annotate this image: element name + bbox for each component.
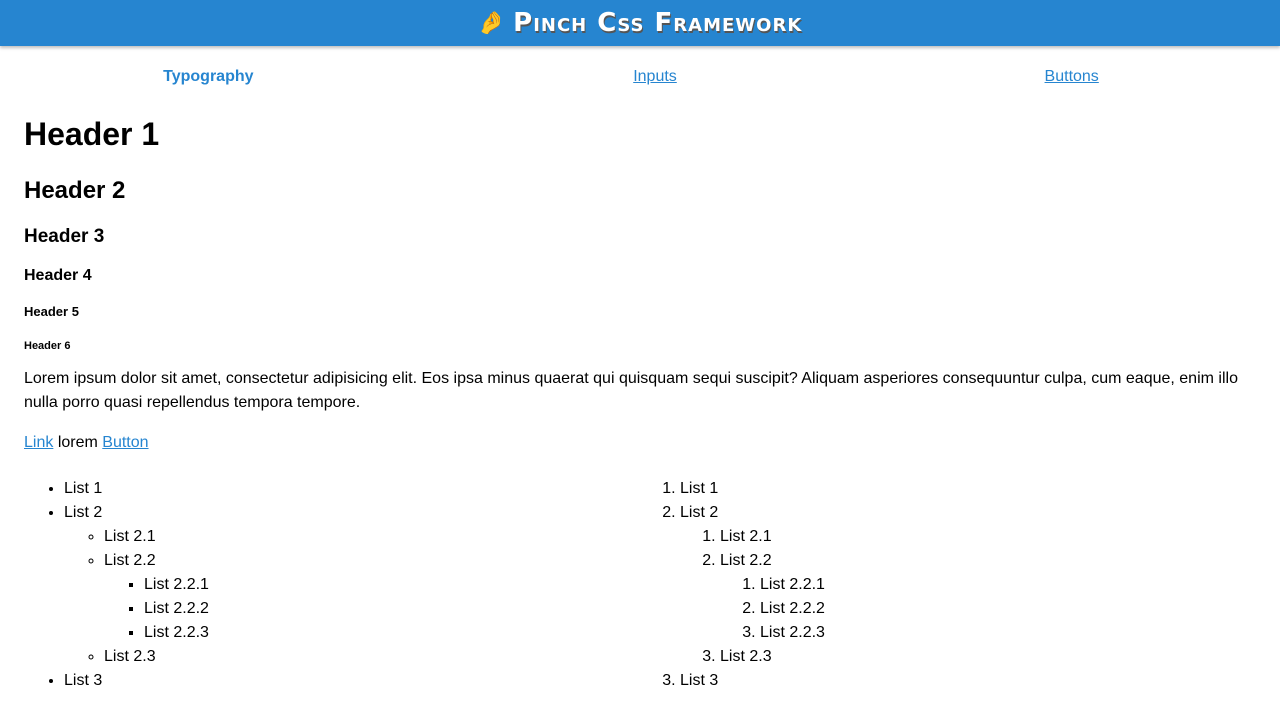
button-link[interactable]: Button (102, 434, 148, 451)
header-6: Header 6 (24, 340, 71, 352)
tab-inputs[interactable]: Inputs (447, 68, 864, 86)
list-item: List 2.2.3 (760, 621, 1256, 645)
list-item: List 2.2.2 (144, 597, 640, 621)
list-item: List 2.2.1 (760, 573, 1256, 597)
list-item: List 2 List 2.1 List 2.2 List 2.2.1 List… (680, 501, 1256, 669)
list-item: List 3 (64, 669, 640, 693)
ordered-list-column: List 1 List 2 List 2.1 List 2.2 List 2.2… (640, 477, 1256, 693)
list-item: List 2.1 (104, 525, 640, 549)
list-item: List 2 List 2.1 List 2.2 List 2.2.1 List… (64, 501, 640, 669)
header-5: Header 5 (24, 304, 79, 319)
list-item: List 2.3 (104, 645, 640, 669)
list-item: List 1 (64, 477, 640, 501)
list-item: List 2.2.1 (144, 573, 640, 597)
lorem-text: lorem (57, 434, 98, 451)
tab-typography[interactable]: Typography (0, 68, 447, 86)
link[interactable]: Link (24, 434, 53, 451)
unordered-list-column: List 1 List 2 List 2.1 List 2.2 List 2.2… (24, 477, 640, 693)
list-item: List 1 (680, 477, 1256, 501)
list-item: List 2.1 (720, 525, 1256, 549)
header-1: Header 1 (24, 116, 160, 152)
list-item: List 2.2.2 (760, 597, 1256, 621)
app-header: 🤌 Pinch Css Framework (0, 0, 1280, 46)
list-item: List 3 (680, 669, 1256, 693)
unordered-list: List 1 List 2 List 2.1 List 2.2 List 2.2… (24, 477, 640, 693)
header-3: Header 3 (24, 226, 105, 247)
list-item: List 2.3 (720, 645, 1256, 669)
list-item: List 2.2.3 (144, 621, 640, 645)
nav-tabs: Typography Inputs Buttons (0, 48, 1280, 106)
ordered-list: List 1 List 2 List 2.1 List 2.2 List 2.2… (640, 477, 1256, 693)
pinch-icon: 🤌 (477, 10, 506, 35)
header-4: Header 4 (24, 267, 92, 284)
header-2: Header 2 (24, 177, 126, 204)
list-item: List 2.2 List 2.2.1 List 2.2.2 List 2.2.… (720, 549, 1256, 645)
tab-buttons[interactable]: Buttons (863, 68, 1280, 86)
paragraph: Lorem ipsum dolor sit amet, consectetur … (24, 370, 1238, 411)
app-title: Pinch Css Framework (513, 8, 803, 38)
list-item: List 2.2 List 2.2.1 List 2.2.2 List 2.2.… (104, 549, 640, 645)
